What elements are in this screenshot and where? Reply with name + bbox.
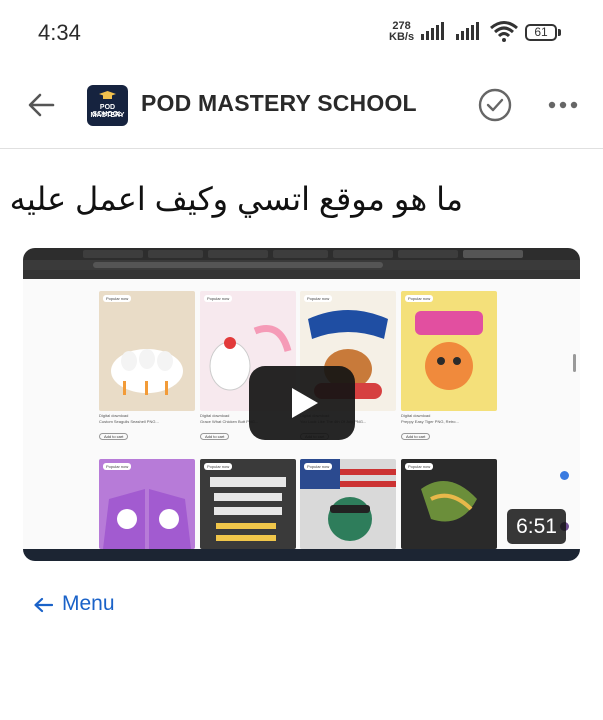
product-card: Popular now Digital download Preppy Easy … [401, 291, 497, 443]
browser-bookmarks-bar [23, 270, 580, 279]
browser-tab-strip [23, 248, 580, 260]
app-header: POD MASTERY SCHOOL POD MASTERY SCHOOL [0, 66, 603, 149]
status-bar: 4:34 278 KB/s 61 [0, 0, 603, 66]
places-shirt-image [210, 477, 286, 541]
logo-text-2: SCHOOL [92, 111, 123, 118]
status-time: 4:34 [38, 20, 81, 45]
duck-flag-image [300, 459, 396, 541]
product-card: Popular now [99, 459, 195, 549]
play-icon [292, 388, 318, 418]
popular-tag: Popular now [103, 463, 132, 470]
product-card: Popular now Digital download Custom Seagu… [99, 291, 195, 443]
article-title: ما هو موقع اتسي وكيف اعمل عليه [9, 181, 463, 217]
network-speed: 278 KB/s [389, 21, 414, 43]
popular-tag: Popular now [103, 295, 132, 302]
product-card: Popular now [200, 459, 296, 549]
product-card: Popular now [300, 459, 396, 549]
add-to-cart-button: Add to cart [401, 433, 431, 440]
check-circle-icon[interactable] [478, 88, 512, 122]
menu-label: Menu [62, 592, 115, 615]
signal-icon [421, 22, 444, 40]
sidebar-blue-icon [560, 471, 569, 480]
fishing-shirt-image [421, 481, 477, 522]
popular-tag: Popular now [304, 295, 333, 302]
back-arrow-icon[interactable] [26, 90, 56, 120]
product-card: Popular now [401, 459, 497, 549]
add-to-cart-button: Add to cart [99, 433, 129, 440]
network-speed-unit: KB/s [389, 31, 415, 43]
page-scrollbar [573, 354, 576, 372]
graduation-cap-icon [99, 91, 116, 99]
more-options-icon[interactable] [548, 101, 578, 109]
popular-tag: Popular now [204, 295, 233, 302]
popular-tag: Popular now [304, 463, 333, 470]
video-duration: 6:51 [507, 509, 566, 544]
channel-logo[interactable]: POD MASTERY SCHOOL [87, 85, 128, 126]
browser-address-bar [23, 260, 580, 270]
purple-shirts-image [103, 489, 191, 549]
play-button[interactable] [249, 366, 355, 440]
wifi-icon [490, 21, 518, 42]
battery-icon: 61 [525, 24, 557, 41]
add-to-cart-button: Add to cart [200, 433, 230, 440]
battery-tip [558, 29, 561, 36]
popular-tag: Popular now [405, 463, 434, 470]
channel-title[interactable]: POD MASTERY SCHOOL [141, 90, 417, 117]
video-thumbnail[interactable]: Popular now Digital download Custom Seagu… [23, 248, 580, 561]
arrow-left-icon [34, 597, 53, 613]
geese-shirt-image [111, 349, 183, 395]
tiger-shirt-image [415, 311, 483, 390]
popular-tag: Popular now [204, 463, 233, 470]
signal-icon-2 [456, 22, 479, 40]
popular-tag: Popular now [405, 295, 434, 302]
windows-taskbar [23, 549, 580, 561]
